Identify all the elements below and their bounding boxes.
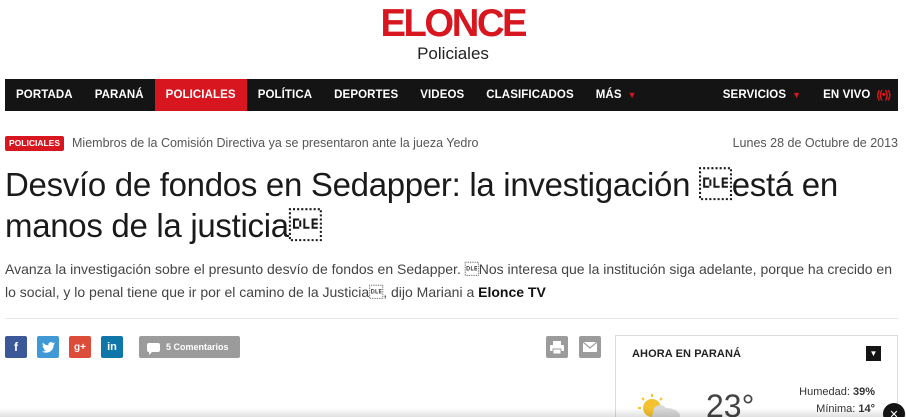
nav-item-mas[interactable]: MÁS ▼ [585, 79, 648, 111]
twitter-icon [41, 341, 55, 353]
nav-item-label: DEPORTES [334, 89, 399, 101]
humidity: Humedad: 39% [799, 386, 875, 398]
live-broadcast-icon: ((•)) [876, 89, 890, 101]
nav-item-videos[interactable]: VIDEOS [409, 79, 475, 111]
article-headline: Desvío de fondos en Sedapper: la investi… [5, 166, 838, 244]
nav-item-label: PARANÁ [94, 89, 144, 101]
chevron-down-icon[interactable]: ▼ [866, 346, 881, 361]
nav-item-label: POLICIALES [165, 89, 236, 101]
nav-item-clasificados[interactable]: CLASIFICADOS [475, 79, 584, 111]
article-date: Lunes 28 de Octubre de 2013 [732, 136, 898, 150]
nav-item-label: POLÍTICA [257, 89, 313, 101]
googleplus-icon: g+ [74, 341, 86, 353]
googleplus-share-button[interactable]: g+ [69, 336, 91, 358]
nav-item-parana[interactable]: PARANÁ [84, 79, 155, 111]
nav-item-en-vivo[interactable]: EN VIVO ((•)) [812, 79, 898, 111]
nav-item-deportes[interactable]: DEPORTES [323, 79, 409, 111]
chevron-down-icon: ▼ [792, 90, 802, 100]
partly-cloudy-icon [638, 394, 680, 417]
weather-widget: AHORA EN PARANÁ ▼ 23° Humedad: 39% Mínim… [615, 335, 898, 417]
facebook-share-button[interactable]: f [5, 336, 27, 358]
min-temperature-value: 14° [858, 403, 875, 415]
divider [5, 318, 898, 319]
nav-item-label: PORTADA [16, 89, 73, 101]
article-meta: POLICIALES Miembros de la Comisión Direc… [5, 134, 898, 152]
nav-item-label: MÁS [595, 89, 622, 101]
comments-button[interactable]: 5 Comentarios [139, 336, 240, 358]
section-title: Policiales [417, 44, 489, 63]
nav-item-servicios[interactable]: SERVICIOS ▼ [712, 79, 812, 111]
email-button[interactable] [579, 336, 601, 358]
lead-text: Avanza la investigación sobre el presunt… [5, 261, 892, 300]
nav-item-politica[interactable]: POLÍTICA [247, 79, 323, 111]
min-temperature: Mínima: 14° [816, 403, 875, 415]
category-badge[interactable]: POLICIALES [5, 135, 65, 151]
humidity-label: Humedad: [799, 386, 850, 398]
nav-item-policiales[interactable]: POLICIALES [154, 79, 247, 111]
envelope-icon [583, 342, 597, 352]
brand: ELONCE Policiales [0, 4, 906, 64]
nav-item-label: VIDEOS [420, 89, 465, 101]
min-temperature-label: Mínima: [816, 403, 856, 415]
weather-widget-title: AHORA EN PARANÁ [632, 348, 742, 360]
elonce-logo[interactable]: ELONCE [381, 4, 528, 44]
print-button[interactable] [546, 336, 568, 358]
comments-label: 5 Comentarios [166, 342, 229, 352]
printer-icon [550, 340, 564, 354]
nav-right: SERVICIOS ▼ EN VIVO ((•)) [712, 79, 898, 111]
humidity-value: 39% [852, 386, 875, 398]
twitter-share-button[interactable] [37, 336, 59, 358]
chevron-down-icon: ▼ [627, 90, 637, 100]
nav-item-label: CLASIFICADOS [486, 89, 574, 101]
nav-item-label: EN VIVO [823, 89, 871, 101]
linkedin-share-button[interactable]: in [101, 336, 123, 358]
share-bar: f g+ in 5 Comentarios [5, 336, 240, 358]
article-lead: Avanza la investigación sobre el presunt… [5, 258, 898, 304]
comment-bubble-icon [147, 342, 160, 355]
facebook-icon: f [14, 340, 18, 354]
nav-item-portada[interactable]: PORTADA [5, 79, 84, 111]
linkedin-icon: in [107, 341, 117, 353]
nav-item-label: SERVICIOS [722, 89, 787, 101]
main-navbar: PORTADA PARANÁ POLICIALES POLÍTICA DEPOR… [5, 79, 898, 111]
temperature: 23° [706, 388, 755, 417]
close-icon[interactable]: ✕ [883, 403, 905, 417]
related-article-link[interactable]: Miembros de la Comisión Directiva ya se … [72, 136, 478, 150]
lead-source: Elonce TV [478, 284, 546, 300]
